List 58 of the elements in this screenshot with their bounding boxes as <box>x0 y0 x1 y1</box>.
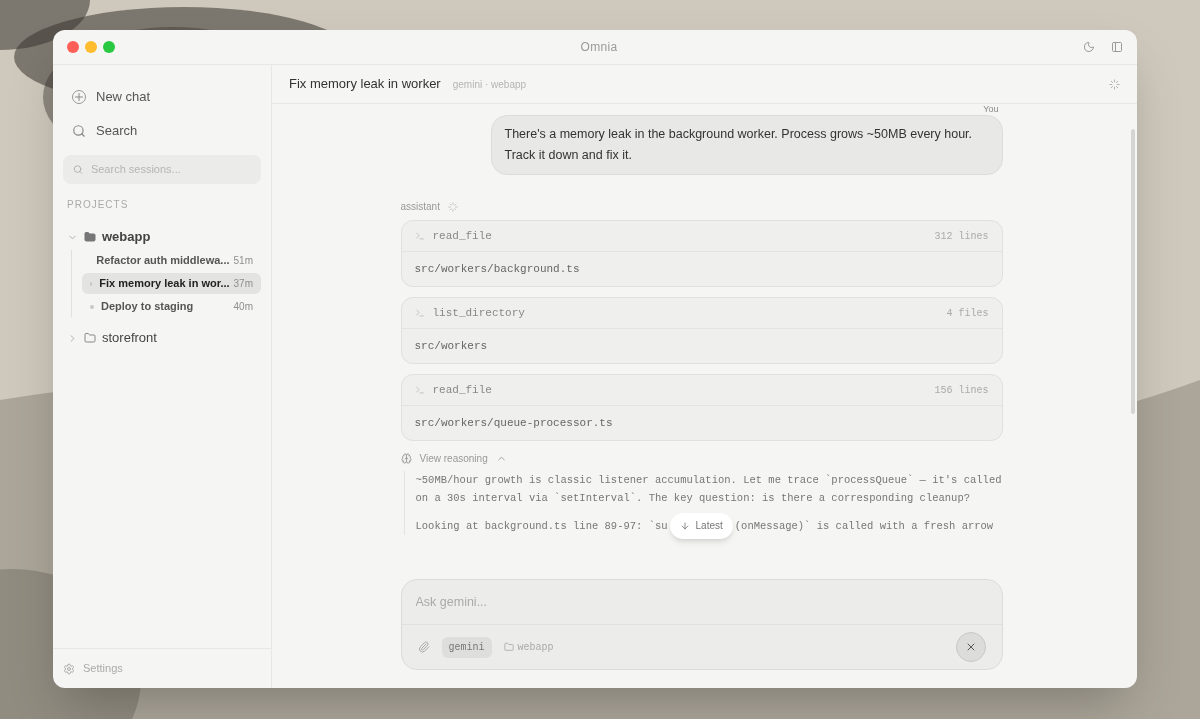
brain-icon <box>400 452 412 464</box>
reasoning-text: ~50MB/hour growth is classic listener accumulation. Let me trace `processQueue` — it's called on a 30s interval via `setInterval`. The key question: is there a corresponding cleanup? <box>415 473 1003 506</box>
tool-name: read_file <box>432 228 493 244</box>
tool-meta: 156 lines <box>934 383 989 398</box>
search-button[interactable]: Search <box>63 114 261 148</box>
scrollbar[interactable] <box>1131 129 1135 414</box>
author-label: You <box>983 104 999 115</box>
session-age: 40m <box>233 300 253 314</box>
terminal-icon <box>414 308 425 318</box>
project-item[interactable]: webapp <box>63 224 261 250</box>
folder-icon <box>503 642 514 652</box>
chat-title: Fix memory leak in worker <box>289 75 441 94</box>
search-icon <box>72 124 86 138</box>
reasoning-text: Looking at background.ts line 89-97: `su <box>415 519 668 534</box>
dark-mode-icon[interactable] <box>1083 41 1095 53</box>
terminal-icon <box>414 231 425 241</box>
search-icon <box>73 164 83 175</box>
tool-name: read_file <box>432 382 493 398</box>
loading-spinner-icon <box>447 201 458 212</box>
session-age: 37m <box>233 277 253 291</box>
zoom-window-button[interactable] <box>103 41 115 53</box>
section-label: PROJECTS <box>66 198 130 212</box>
tool-argument: src/workers <box>414 338 488 354</box>
message-input[interactable]: Ask gemini... <box>415 592 988 612</box>
user-message: There's a memory leak in the background worker. Process grows ~50MB every hour. Track it down and fix it. <box>490 115 1003 175</box>
author-label: assistant <box>400 200 440 214</box>
arrow-down-icon <box>679 521 690 531</box>
stop-button[interactable] <box>955 632 986 662</box>
latest-button[interactable]: Latest <box>669 513 733 539</box>
project-item[interactable]: storefront <box>63 325 261 351</box>
tool-argument: src/workers/background.ts <box>414 261 580 277</box>
session-item[interactable]: Refactor auth middlewa... 51m <box>82 250 261 271</box>
folder-icon <box>84 231 96 243</box>
reasoning-text: (onMessage)` is called with a fresh arrow <box>734 519 994 534</box>
terminal-icon <box>414 385 425 395</box>
sidebar-toggle-icon[interactable] <box>1111 41 1123 53</box>
paperclip-icon[interactable] <box>417 641 430 653</box>
tool-argument: src/workers/queue-processor.ts <box>414 415 613 431</box>
tool-name: list_directory <box>432 305 526 321</box>
session-age: 51m <box>233 254 253 268</box>
session-item[interactable]: Fix memory leak in wor... 37m <box>82 273 261 294</box>
tool-meta: 4 files <box>946 306 989 321</box>
session-item[interactable]: Deploy to staging 40m <box>82 296 261 317</box>
minimize-window-button[interactable] <box>85 41 97 53</box>
project-name: storefront <box>102 329 157 348</box>
chat-subtitle: gemini · webapp <box>452 77 527 92</box>
window-title: Omnia <box>580 39 618 56</box>
folder-icon <box>84 332 96 344</box>
session-title: Fix memory leak in wor... <box>99 276 230 292</box>
model-chip[interactable]: gemini <box>441 636 492 658</box>
session-title: Refactor auth middlewa... <box>96 253 230 269</box>
session-title: Deploy to staging <box>101 299 195 315</box>
settings-icon[interactable] <box>63 662 75 675</box>
close-window-button[interactable] <box>67 41 79 53</box>
loading-spinner-icon <box>1109 78 1120 90</box>
new-chat-button[interactable]: New chat <box>63 80 261 114</box>
tool-meta: 312 lines <box>934 229 989 244</box>
project-name: webapp <box>102 228 151 247</box>
